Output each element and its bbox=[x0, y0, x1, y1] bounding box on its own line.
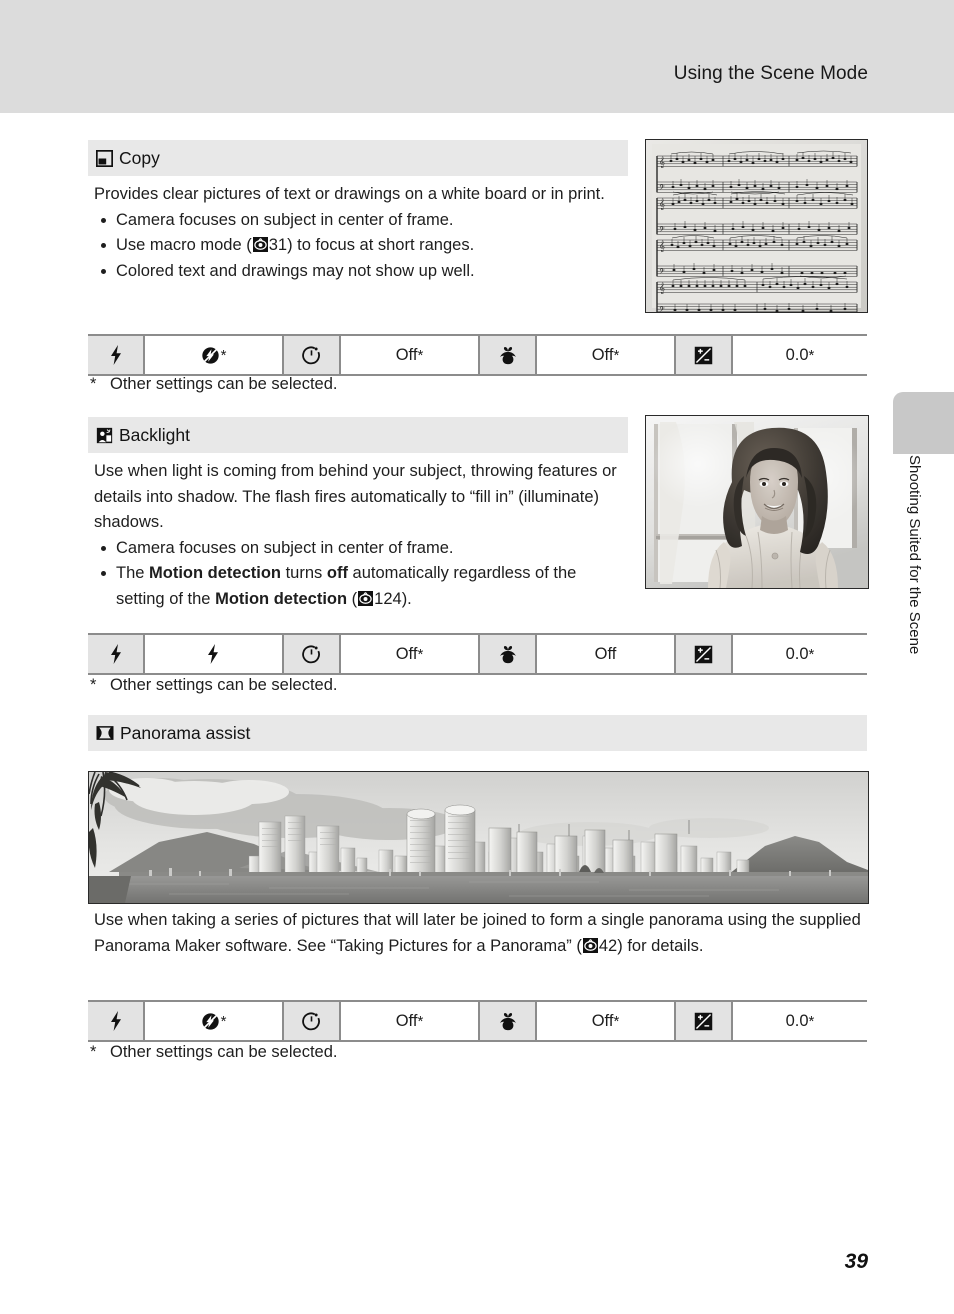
flash-mode-asterisk: * bbox=[220, 1012, 227, 1030]
page-header-band bbox=[0, 0, 954, 113]
backlight-description: Use when light is coming from behind you… bbox=[94, 459, 629, 612]
exposure-compensation-icon bbox=[694, 1012, 713, 1031]
copy-scene-icon bbox=[96, 149, 113, 167]
flash-icon bbox=[109, 644, 123, 664]
flash-icon bbox=[109, 1011, 123, 1031]
macro-icon bbox=[498, 1012, 518, 1031]
flash-mode-cell bbox=[88, 635, 145, 673]
exposure-compensation-cell bbox=[676, 635, 733, 673]
section-header-panorama: Panorama assist bbox=[88, 715, 867, 751]
self-timer-icon bbox=[302, 645, 321, 664]
flash-mode-value: * bbox=[145, 1002, 284, 1040]
section-title-backlight: Backlight bbox=[119, 424, 191, 445]
panorama-cityscape-artwork bbox=[89, 772, 868, 903]
flash-fill-icon bbox=[206, 644, 220, 664]
flash-mode-asterisk: * bbox=[220, 346, 227, 364]
macro-mode-value: Off bbox=[537, 635, 676, 673]
footnote-panorama: * Other settings can be selected. bbox=[90, 1043, 338, 1061]
page-title: Using the Scene Mode bbox=[673, 63, 868, 84]
sheet-music-photo: 𝄞 𝄢 𝄞 𝄢 𝄞 𝄢 𝄞 𝄢 bbox=[645, 139, 868, 313]
macro-mode-cell bbox=[480, 1002, 537, 1040]
backlit-portrait-photo bbox=[645, 415, 869, 589]
page-reference-icon bbox=[358, 589, 374, 606]
settings-strip-backlight: Off * Off 0.0 * bbox=[88, 633, 867, 675]
self-timer-cell bbox=[284, 635, 341, 673]
backlit-portrait-artwork bbox=[646, 416, 868, 588]
macro-icon bbox=[498, 346, 518, 365]
list-item: Colored text and drawings may not show u… bbox=[94, 259, 629, 285]
self-timer-icon bbox=[302, 346, 321, 365]
flash-off-icon bbox=[201, 346, 220, 365]
exposure-compensation-cell bbox=[676, 1002, 733, 1040]
section-header-backlight: Backlight bbox=[88, 417, 628, 453]
list-item: Camera focuses on subject in center of f… bbox=[94, 536, 629, 562]
self-timer-icon bbox=[302, 1012, 321, 1031]
list-item: Camera focuses on subject in center of f… bbox=[94, 208, 629, 234]
self-timer-cell bbox=[284, 336, 341, 374]
copy-description: Provides clear pictures of text or drawi… bbox=[94, 182, 629, 284]
sheet-music-artwork: 𝄞 𝄢 𝄞 𝄢 𝄞 𝄢 𝄞 𝄢 bbox=[646, 140, 867, 312]
backlight-paragraph: Use when light is coming from behind you… bbox=[94, 462, 617, 531]
footnote-backlight: * Other settings can be selected. bbox=[90, 676, 338, 694]
self-timer-cell bbox=[284, 1002, 341, 1040]
backlight-bullet-list: Camera focuses on subject in center of f… bbox=[94, 536, 629, 613]
page-reference-icon bbox=[582, 936, 598, 953]
settings-strip-panorama: * Off * Off * 0.0 * bbox=[88, 1000, 867, 1042]
flash-mode-value: * bbox=[145, 336, 284, 374]
flash-mode-cell bbox=[88, 336, 145, 374]
panorama-description: Use when taking a series of pictures tha… bbox=[94, 908, 872, 959]
panorama-paragraph: Use when taking a series of pictures tha… bbox=[94, 911, 861, 955]
flash-icon bbox=[109, 345, 123, 365]
flash-off-icon bbox=[201, 1012, 220, 1031]
copy-bullet-list: Camera focuses on subject in center of f… bbox=[94, 208, 629, 285]
section-title-copy: Copy bbox=[119, 147, 160, 168]
self-timer-value: Off * bbox=[341, 336, 480, 374]
flash-mode-value bbox=[145, 635, 284, 673]
exposure-compensation-value: 0.0 * bbox=[733, 336, 867, 374]
macro-mode-value: Off * bbox=[537, 1002, 676, 1040]
section-title-panorama: Panorama assist bbox=[120, 722, 251, 743]
exposure-compensation-icon bbox=[694, 645, 713, 664]
copy-paragraph: Provides clear pictures of text or drawi… bbox=[94, 185, 605, 203]
flash-mode-cell bbox=[88, 1002, 145, 1040]
list-item: The Motion detection turns off automatic… bbox=[94, 561, 629, 612]
exposure-compensation-icon bbox=[694, 346, 713, 365]
macro-mode-cell bbox=[480, 336, 537, 374]
backlight-scene-icon bbox=[96, 427, 113, 444]
exposure-compensation-value: 0.0 * bbox=[733, 635, 867, 673]
panorama-cityscape-photo bbox=[88, 771, 869, 904]
section-header-copy: Copy bbox=[88, 140, 628, 176]
macro-mode-cell bbox=[480, 635, 537, 673]
list-item: Use macro mode (31) to focus at short ra… bbox=[94, 233, 629, 259]
self-timer-value: Off * bbox=[341, 1002, 480, 1040]
macro-icon bbox=[498, 645, 518, 664]
panorama-assist-scene-icon bbox=[96, 725, 114, 741]
chapter-tab-label: Shooting Suited for the Scene bbox=[906, 455, 923, 655]
self-timer-value: Off * bbox=[341, 635, 480, 673]
settings-strip-copy: * Off * Off * 0.0 * bbox=[88, 334, 867, 376]
chapter-tab-fill bbox=[893, 430, 954, 454]
footnote-copy: * Other settings can be selected. bbox=[90, 375, 338, 393]
macro-mode-value: Off * bbox=[537, 336, 676, 374]
page-number: 39 bbox=[844, 1250, 868, 1273]
exposure-compensation-value: 0.0 * bbox=[733, 1002, 867, 1040]
exposure-compensation-cell bbox=[676, 336, 733, 374]
page-reference-icon bbox=[252, 235, 268, 252]
